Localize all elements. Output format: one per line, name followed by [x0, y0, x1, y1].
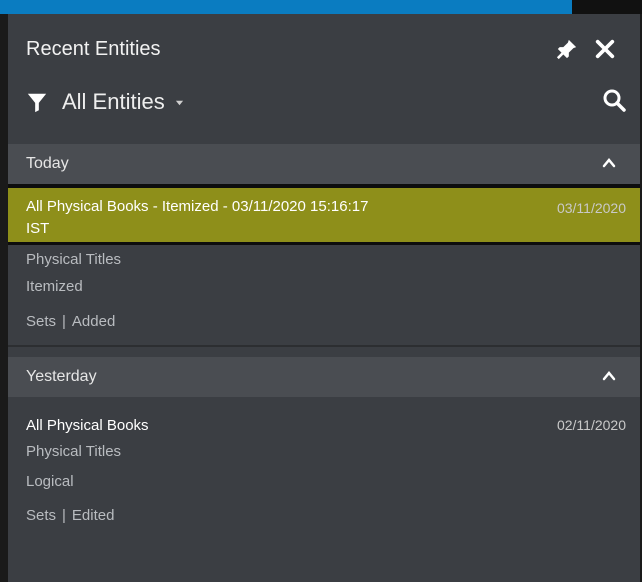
filter-label: All Entities	[62, 89, 165, 114]
entity-date: 03/11/2020	[556, 200, 626, 216]
recent-entities-panel: Recent Entities All Entities Today All P…	[8, 14, 640, 582]
chevron-up-icon[interactable]	[602, 370, 616, 382]
entity-title: All Physical Books	[26, 417, 149, 434]
entity-type: Physical Titles	[26, 251, 122, 268]
section-label: Today	[26, 155, 69, 172]
entity-subtype: Logical	[26, 473, 74, 490]
top-strip-dark-block	[572, 0, 642, 14]
meta-separator: |	[62, 507, 66, 524]
filter-icon	[27, 93, 47, 113]
list-item[interactable]: All Physical Books - Itemized - 03/11/20…	[8, 188, 640, 242]
entity-action: Added	[71, 313, 116, 330]
chevron-down-icon	[175, 100, 183, 105]
entity-meta: Sets | Added	[8, 307, 640, 337]
search-icon[interactable]	[602, 88, 626, 112]
panel-header: Recent Entities All Entities	[8, 14, 640, 144]
close-icon[interactable]	[594, 38, 616, 60]
entity-type: Physical Titles	[26, 443, 122, 460]
chevron-up-icon[interactable]	[602, 157, 616, 169]
entity-category: Sets	[26, 313, 57, 330]
section-label: Yesterday	[26, 368, 97, 385]
meta-separator: |	[62, 313, 66, 330]
entity-action: Edited	[71, 507, 115, 524]
page: Recent Entities All Entities Today All P…	[0, 0, 642, 582]
section-header-yesterday[interactable]: Yesterday	[8, 357, 640, 397]
entity-category: Sets	[26, 507, 57, 524]
entity-date: 02/11/2020	[556, 417, 626, 433]
entity-title: All Physical Books - Itemized - 03/11/20…	[26, 198, 369, 215]
panel-title: Recent Entities	[26, 38, 161, 60]
list-item[interactable]: All Physical Books 02/11/2020	[8, 397, 640, 437]
section-header-today[interactable]: Today	[8, 144, 640, 184]
entity-filter-dropdown[interactable]: All Entities	[26, 86, 184, 118]
pin-icon[interactable]	[556, 38, 578, 60]
entity-title-continued: IST	[26, 220, 50, 237]
entity-subtype: Itemized	[26, 278, 83, 295]
top-app-strip	[0, 0, 642, 14]
entity-meta: Sets | Edited	[8, 501, 640, 531]
